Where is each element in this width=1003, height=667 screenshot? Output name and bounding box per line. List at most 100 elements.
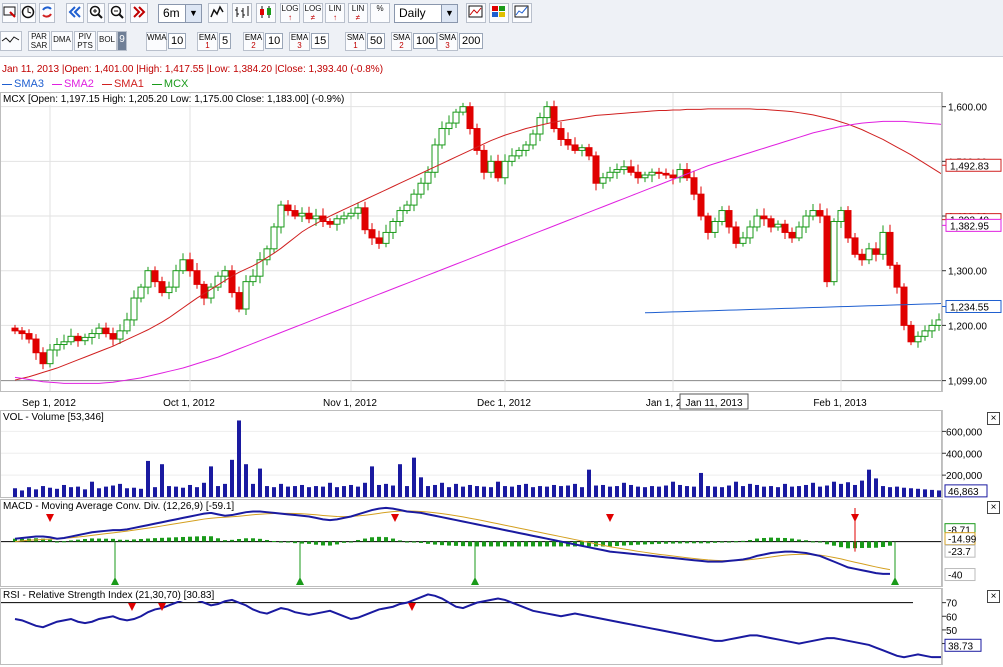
close-rsi-icon[interactable]: × xyxy=(987,590,1000,603)
candle-body xyxy=(11,327,19,332)
piv-pts-button[interactable]: PIV PTS xyxy=(74,31,96,51)
volume-bar xyxy=(398,464,402,497)
refresh-icon[interactable] xyxy=(39,3,55,23)
percent-button[interactable]: % xyxy=(370,3,390,23)
candle-body xyxy=(424,171,432,184)
sma3-label[interactable]: SMA 3 xyxy=(437,32,458,51)
indicator-wma[interactable]: WMA 10 xyxy=(146,32,190,51)
par-sar-button[interactable]: PAR SAR xyxy=(28,31,50,51)
close-volume-icon[interactable]: × xyxy=(987,412,1000,425)
clock-icon[interactable] xyxy=(20,3,36,23)
price-panel[interactable]: MCX [Open: 1,197.15 High: 1,205.20 Low: … xyxy=(0,92,964,392)
volume-bar xyxy=(909,488,913,497)
macd-histogram-bar xyxy=(755,538,759,542)
macd-histogram-bar xyxy=(216,538,220,542)
candle-body xyxy=(312,215,320,220)
ema2-value-input[interactable]: 10 xyxy=(265,33,284,49)
rsi-panel[interactable]: RSI - Relative Strength Index (21,30,70)… xyxy=(0,588,960,665)
zoom-out-icon[interactable] xyxy=(108,3,126,23)
line-chart-icon[interactable] xyxy=(208,3,228,23)
indicator-chart-icon[interactable] xyxy=(0,31,22,51)
lin-diff-button[interactable]: LIN ≠ xyxy=(348,3,368,23)
log-button[interactable]: LOG ↑ xyxy=(280,3,300,23)
candle-body xyxy=(67,335,75,343)
indicator-sma3[interactable]: SMA 3 200 xyxy=(437,32,484,51)
interval-select[interactable]: Daily ▼ xyxy=(394,4,458,23)
candle-body xyxy=(305,212,313,220)
volume-bar xyxy=(580,487,584,497)
dma-button[interactable]: DMA xyxy=(51,31,73,51)
price-tick-label: 1,099.00 xyxy=(948,377,987,388)
volume-bar xyxy=(713,486,717,497)
indicator-ema2[interactable]: EMA 2 10 xyxy=(243,32,287,51)
bol-button[interactable]: BOL xyxy=(97,31,117,51)
period-select[interactable]: 6m ▼ xyxy=(158,4,202,23)
indicator-ema1[interactable]: EMA 1 5 xyxy=(197,32,241,51)
volume-bar xyxy=(622,482,626,497)
volume-chart[interactable] xyxy=(1,411,962,497)
bar-chart-icon[interactable] xyxy=(232,3,252,23)
ema1-value-input[interactable]: 5 xyxy=(219,33,232,49)
candle-body xyxy=(445,122,453,130)
candle-body xyxy=(641,174,649,179)
volume-bar xyxy=(209,466,213,497)
lin-button[interactable]: LIN ↑ xyxy=(325,3,345,23)
sma2-label[interactable]: SMA 2 xyxy=(391,32,412,51)
volume-bar xyxy=(916,488,920,497)
macd-histogram-bar xyxy=(741,540,745,542)
candle-body xyxy=(95,327,103,335)
wma-label-text: WMA xyxy=(147,33,167,42)
macd-histogram-bar xyxy=(629,541,633,546)
indicator-ema3[interactable]: EMA 3 15 xyxy=(289,32,333,51)
macd-histogram-bar xyxy=(510,541,514,547)
rsi-tick-label: 50 xyxy=(946,626,958,637)
volume-bar xyxy=(888,487,892,497)
pointer-icon[interactable] xyxy=(2,3,18,23)
sma3-value-input[interactable]: 200 xyxy=(459,33,484,49)
candle-body xyxy=(585,147,593,157)
rsi-signal-arrow xyxy=(408,603,416,611)
log-diff-button[interactable]: LOG ≠ xyxy=(303,3,323,23)
legend-label: SMA2 xyxy=(63,78,94,90)
indicator-sma1[interactable]: SMA 1 50 xyxy=(345,32,389,51)
wma-value-input[interactable]: 10 xyxy=(168,33,187,49)
volume-bar xyxy=(426,486,430,497)
macd-histogram-bar xyxy=(503,541,507,547)
ema3-label[interactable]: EMA 3 xyxy=(289,32,310,51)
ema2-label[interactable]: EMA 2 xyxy=(243,32,264,51)
candle-body xyxy=(480,149,488,173)
bol-value-input[interactable]: 9 xyxy=(117,31,127,51)
price-chart[interactable] xyxy=(1,93,964,391)
volume-bar xyxy=(804,484,808,497)
ema3-value-input[interactable]: 15 xyxy=(311,33,330,49)
export-chart-icon[interactable] xyxy=(512,3,532,23)
volume-panel[interactable]: VOL - Volume [53,346] xyxy=(0,410,962,498)
zoom-in-icon[interactable] xyxy=(87,3,105,23)
candle-body xyxy=(18,330,26,335)
scroll-right-icon[interactable] xyxy=(130,3,148,23)
sma2-value-input[interactable]: 100 xyxy=(413,33,438,49)
candlestick-icon[interactable] xyxy=(256,3,276,23)
volume-bar xyxy=(167,486,171,497)
macd-histogram-bar xyxy=(146,538,150,542)
candle-body xyxy=(375,237,383,244)
macd-panel[interactable]: MACD - Moving Average Conv. Div. (12,26,… xyxy=(0,499,942,587)
macd-chart[interactable] xyxy=(1,500,941,586)
macd-histogram-bar xyxy=(398,540,402,542)
candle-body xyxy=(606,171,614,179)
candle-body xyxy=(592,155,600,184)
wma-label[interactable]: WMA xyxy=(146,32,167,51)
chart-settings-icon[interactable] xyxy=(466,3,486,23)
macd-histogram-bar xyxy=(181,536,185,542)
macd-histogram-bar xyxy=(720,541,724,543)
sma1-label[interactable]: SMA 1 xyxy=(345,32,366,51)
volume-bar xyxy=(342,486,346,497)
scroll-left-icon[interactable] xyxy=(66,3,84,23)
palette-icon[interactable] xyxy=(489,3,509,23)
close-macd-icon[interactable]: × xyxy=(987,501,1000,514)
candle-body xyxy=(620,166,628,171)
sma1-value-input[interactable]: 50 xyxy=(367,33,386,49)
indicator-sma2[interactable]: SMA 2 100 xyxy=(391,32,438,51)
candle-body xyxy=(669,174,677,179)
ema1-label[interactable]: EMA 1 xyxy=(197,32,218,51)
